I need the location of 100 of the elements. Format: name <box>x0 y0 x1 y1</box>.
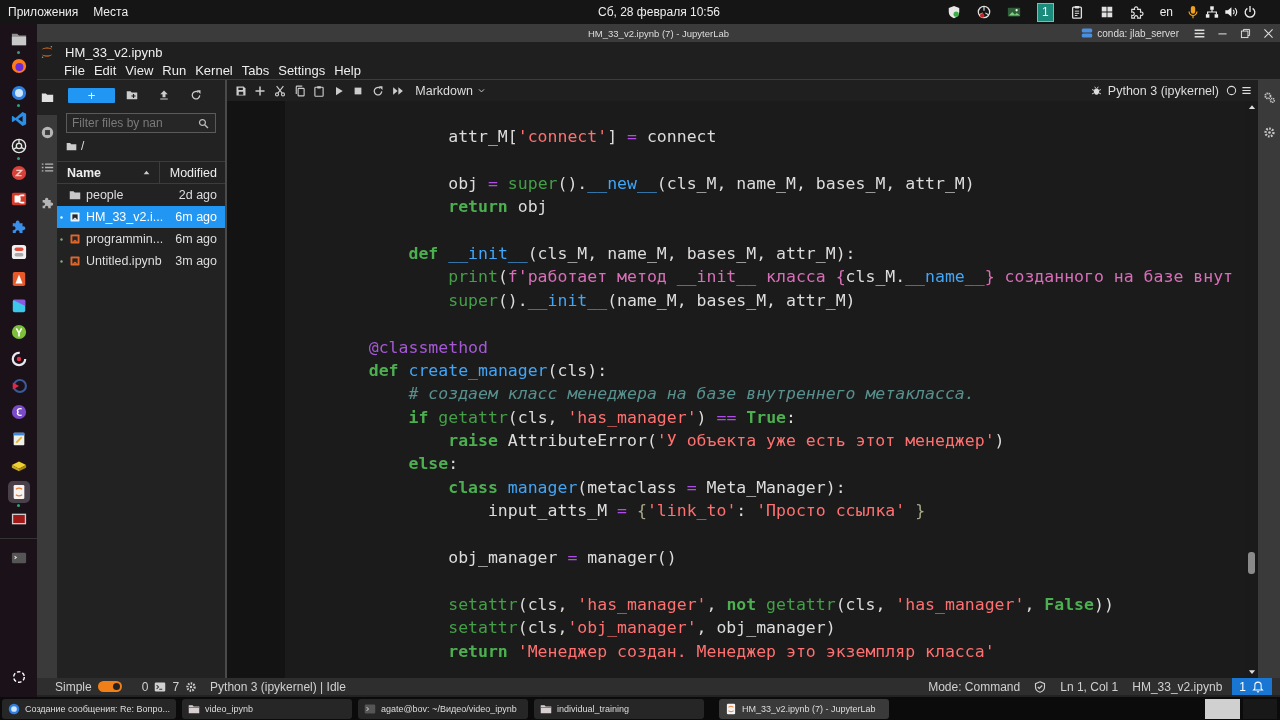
copy-icon[interactable] <box>293 84 306 97</box>
clipboard-icon[interactable] <box>1069 5 1084 19</box>
taskbar-button[interactable]: individual_training <box>533 698 704 719</box>
logo-icon <box>40 45 54 59</box>
code-line: obj = super().__new__(cls_M, name_M, bases_M, attr_M) <box>448 173 975 193</box>
menu-item[interactable]: Kernel <box>195 63 233 78</box>
sidebar-tab[interactable] <box>37 80 57 115</box>
notification-button[interactable]: 1 <box>1232 678 1272 695</box>
menu-item[interactable]: Edit <box>93 63 117 78</box>
file-name: HM_33_v2.i... <box>86 210 165 224</box>
dock-button[interactable] <box>7 481 30 504</box>
bug-icon[interactable] <box>1090 85 1102 96</box>
code-line: def create_manager(cls): <box>368 360 608 380</box>
mode-label: Simple <box>55 679 92 694</box>
file-modified: 2d ago <box>178 188 217 202</box>
menu-icon[interactable] <box>1241 85 1252 96</box>
column-header[interactable]: Name <box>67 165 102 180</box>
kernel-status[interactable]: Python 3 (ipykernel) | Idle <box>210 679 346 694</box>
kernel-count[interactable]: 7 <box>172 679 180 694</box>
target-icon <box>10 351 27 367</box>
code-line: return obj <box>448 197 548 217</box>
clipboard-icon[interactable] <box>313 84 326 97</box>
menu-item[interactable]: Tabs <box>241 63 270 78</box>
network-icon[interactable] <box>1205 5 1219 19</box>
notebook-file-icon <box>69 233 81 245</box>
disc-icon <box>10 404 27 421</box>
aperture-icon[interactable] <box>976 5 991 19</box>
notebook-file-icon <box>69 211 81 223</box>
menu-item[interactable]: Help <box>334 63 361 78</box>
image-icon[interactable] <box>1006 5 1021 19</box>
menu-item[interactable]: File <box>64 63 85 78</box>
kernel-selector[interactable]: Python 3 (ipykernel) <box>1107 83 1219 98</box>
speaker-icon[interactable] <box>1224 5 1238 19</box>
folder-icon[interactable] <box>66 140 77 152</box>
puzzle-icon[interactable] <box>1129 5 1144 19</box>
restore-icon[interactable] <box>1239 26 1252 40</box>
caret-icon <box>477 86 486 95</box>
scissors-icon[interactable] <box>274 84 286 97</box>
cell-type-dropdown[interactable]: Markdown <box>415 83 486 98</box>
folder-icon <box>40 91 54 104</box>
clock[interactable]: Сб, 28 февраля 10:56 <box>598 5 720 19</box>
new-folder-icon[interactable] <box>126 89 138 101</box>
workspace-pager[interactable] <box>1205 698 1240 719</box>
gear-icon[interactable] <box>1262 126 1276 139</box>
file-row[interactable]: Untitled.ipynb 3m ago <box>57 250 225 272</box>
mode-status[interactable]: Mode: Command <box>928 679 1021 694</box>
code-line: obj_manager = manager() <box>448 548 677 568</box>
toggle-switch[interactable] <box>97 681 122 692</box>
code-line: else: <box>408 454 459 474</box>
breadcrumb-path[interactable]: / <box>81 139 85 153</box>
save-icon[interactable] <box>234 84 247 97</box>
taskbar-button[interactable]: agate@bov: ~/Видео/video_ipynb <box>357 698 528 719</box>
square-icon <box>10 297 27 314</box>
file-name: people <box>86 188 125 202</box>
taskbar-button[interactable]: video_ipynb <box>181 698 352 719</box>
plus-icon[interactable] <box>254 84 267 97</box>
file-modified: 6m ago <box>175 210 217 224</box>
restart-icon[interactable] <box>371 84 384 97</box>
file-row[interactable]: programmin... 6m ago <box>57 228 225 250</box>
filter-field[interactable]: Filter files by nan <box>66 113 216 133</box>
environment-label: conda: jlab_server <box>1097 27 1179 39</box>
panel-menu[interactable]: Приложения <box>8 5 79 19</box>
ring-icon[interactable] <box>10 669 27 685</box>
taskbar-button[interactable]: HM_33_v2.ipynb (7) - JupyterLab <box>718 698 889 719</box>
sort-caret-icon <box>142 168 151 177</box>
code-line: class manager(metaclass = Meta_Manager): <box>448 477 846 497</box>
gears-icon[interactable] <box>1262 91 1276 104</box>
code-line: print(f'работает метод __init__ класса {cls_M.__name__} созданного на базе внут <box>448 267 1234 287</box>
grid-icon[interactable] <box>1099 5 1114 19</box>
bell-icon <box>1252 680 1264 693</box>
power-icon[interactable] <box>1243 5 1257 19</box>
menu-item[interactable]: Run <box>162 63 187 78</box>
column-header[interactable]: Modified <box>169 165 217 180</box>
menu-icon[interactable] <box>1193 26 1206 40</box>
terminal-count[interactable]: 0 <box>141 679 149 694</box>
database-icon <box>1081 27 1094 39</box>
shield-icon[interactable] <box>946 5 961 19</box>
workspace-indicator[interactable]: 1 <box>1036 2 1054 22</box>
file-name: programmin... <box>86 232 165 246</box>
keyboard-layout[interactable]: en <box>1159 5 1173 19</box>
shield-icon[interactable] <box>1034 680 1047 693</box>
close-icon[interactable] <box>1262 26 1275 40</box>
upload-icon[interactable] <box>158 89 170 101</box>
microphone-icon[interactable] <box>1186 5 1200 19</box>
fast-forward-icon[interactable] <box>391 84 404 97</box>
disc-icon <box>10 164 27 181</box>
file-row[interactable]: people 2d ago <box>57 184 225 206</box>
gear-icon[interactable] <box>185 680 198 693</box>
cursor-position[interactable]: Ln 1, Col 1 <box>1060 679 1119 694</box>
taskbar-button[interactable]: Создание сообщения: Re: Вопро... <box>2 698 176 719</box>
aperture-icon <box>10 137 27 154</box>
code-line: if getattr(cls, 'has_manager') == True: <box>408 407 796 427</box>
menu-item[interactable]: View <box>125 63 154 78</box>
toggle-icon <box>10 244 27 261</box>
terminal-icon[interactable] <box>154 680 167 693</box>
code-line: super().__init__(name_M, bases_M, attr_M) <box>448 290 856 310</box>
menu-item[interactable]: Settings <box>278 63 326 78</box>
scroll-thumb[interactable] <box>1248 552 1255 574</box>
refresh-icon[interactable] <box>190 89 202 101</box>
panel-menu[interactable]: Места <box>93 5 129 19</box>
